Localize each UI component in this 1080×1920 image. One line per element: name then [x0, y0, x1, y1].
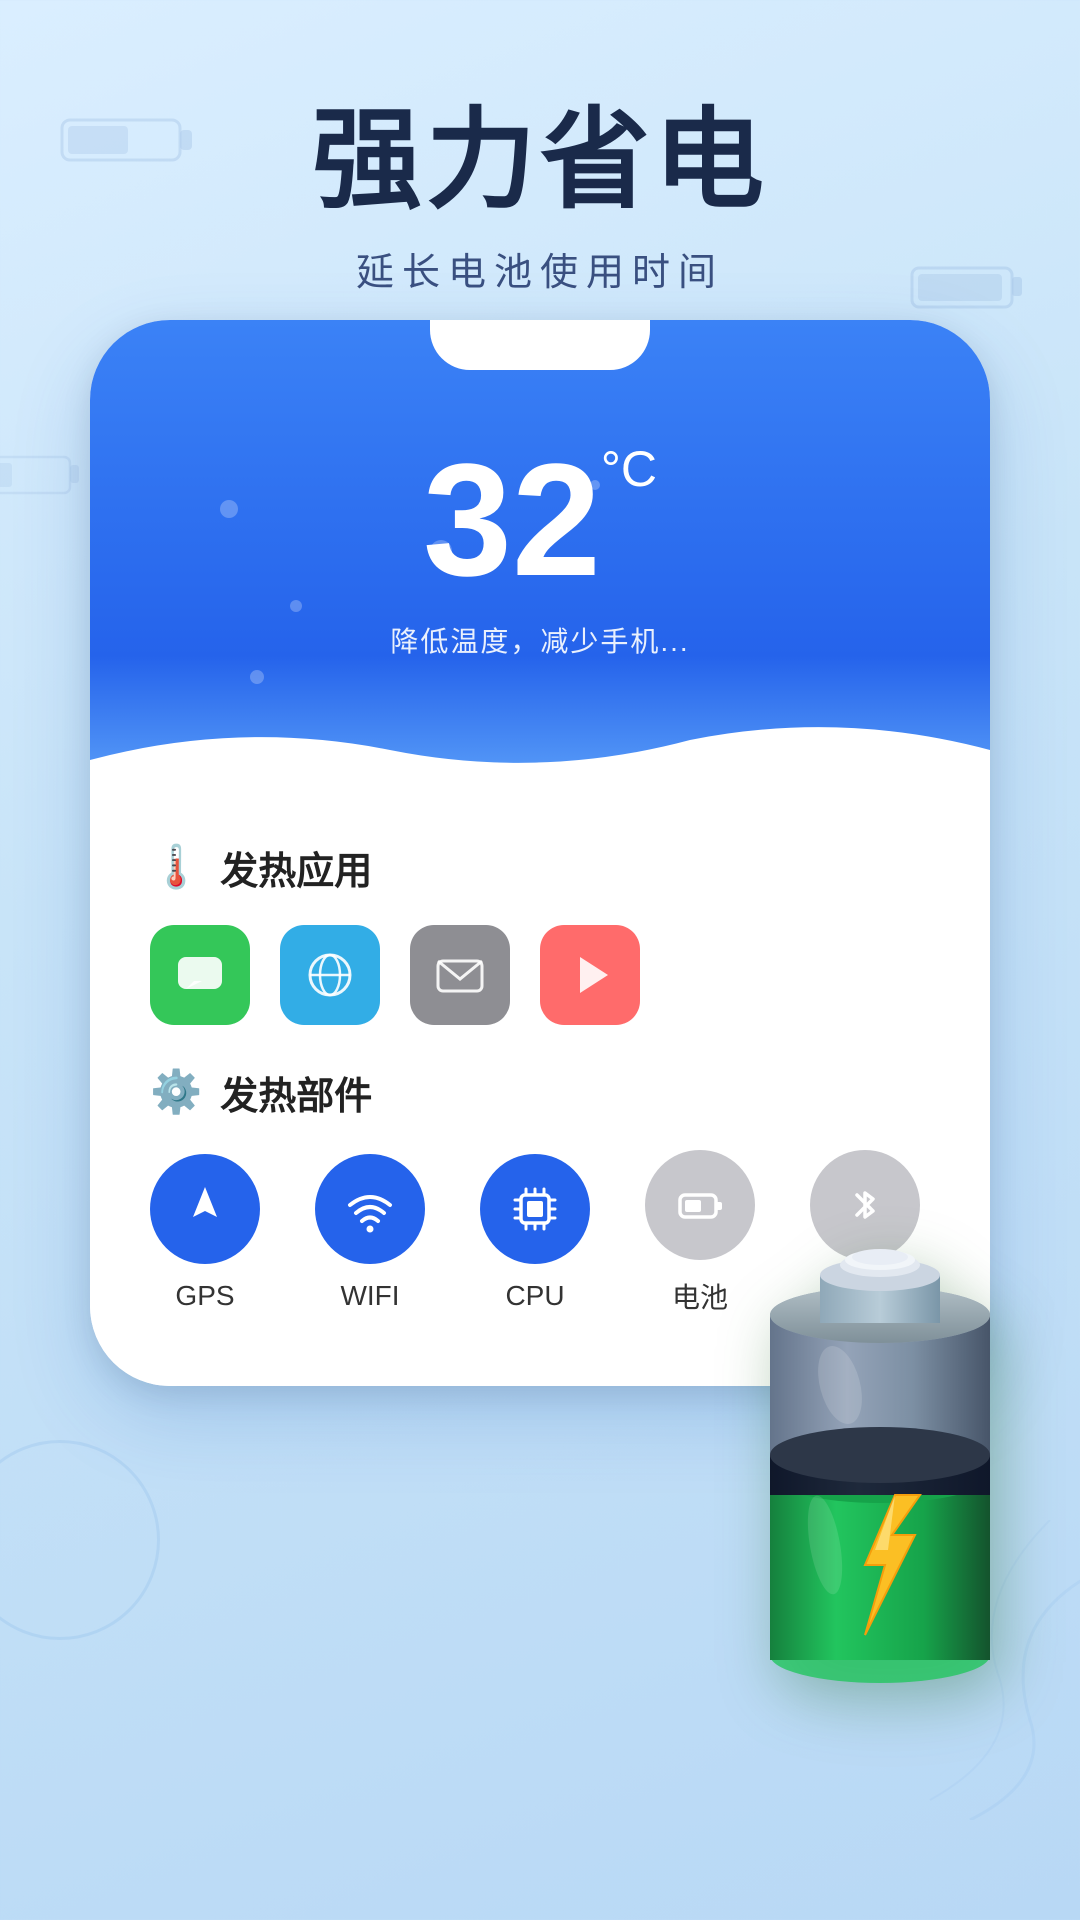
app-icon-messages[interactable]: [150, 925, 250, 1025]
cpu-label: CPU: [505, 1280, 564, 1312]
battery-3d-image: [710, 1235, 1050, 1700]
hot-apps-icon: 🌡️: [150, 843, 202, 892]
header-section: 强力省电 延长电池使用时间: [0, 0, 1080, 336]
sub-title: 延长电池使用时间: [0, 241, 1080, 296]
gps-circle: [150, 1154, 260, 1264]
temperature-display: 32°C 降低温度，减少手机...: [90, 440, 990, 660]
bg-circle-decoration: [0, 1440, 160, 1640]
app-icon-browser[interactable]: [280, 925, 380, 1025]
main-title: 强力省电: [0, 100, 1080, 221]
temperature-description: 降低温度，减少手机...: [90, 620, 990, 660]
temperature-value: 32: [423, 440, 601, 600]
cpu-circle: [480, 1154, 590, 1264]
app-icon-mail[interactable]: [410, 925, 510, 1025]
app-icon-other[interactable]: [540, 925, 640, 1025]
phone-notch: [430, 320, 650, 370]
bubble-4: [250, 670, 264, 684]
phone-screen-top: 32°C 降低温度，减少手机...: [90, 320, 990, 800]
hot-components-title: 发热部件: [220, 1065, 372, 1120]
phone-frame: 32°C 降低温度，减少手机... 🌡️ 发热应用: [90, 320, 990, 1386]
hot-apps-title: 发热应用: [220, 840, 372, 895]
phone-mockup: 32°C 降低温度，减少手机... 🌡️ 发热应用: [90, 320, 990, 1386]
component-cpu[interactable]: CPU: [480, 1154, 590, 1312]
component-gps[interactable]: GPS: [150, 1154, 260, 1312]
hot-components-icon: ⚙️: [150, 1068, 202, 1117]
wave-decoration: [90, 700, 990, 800]
gps-label: GPS: [175, 1280, 234, 1312]
hot-apps-header: 🌡️ 发热应用: [150, 840, 930, 895]
hot-apps-row: [150, 925, 930, 1025]
wifi-label: WIFI: [340, 1280, 399, 1312]
hot-components-header: ⚙️ 发热部件: [150, 1065, 930, 1120]
wifi-circle: [315, 1154, 425, 1264]
component-wifi[interactable]: WIFI: [315, 1154, 425, 1312]
temperature-unit: °C: [601, 441, 657, 497]
bg-battery-icon-3: [0, 450, 90, 500]
